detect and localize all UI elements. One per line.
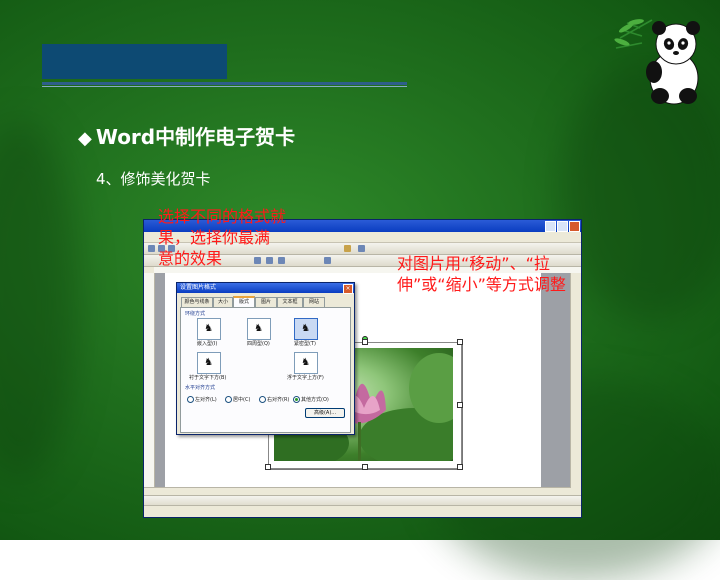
header-bar xyxy=(42,44,227,79)
wrap-tight-label: 紧密型(T) xyxy=(294,341,316,347)
header-rule-thin xyxy=(42,86,407,87)
dog-icon: ♞ xyxy=(254,323,263,334)
dog-icon: ♞ xyxy=(204,357,213,368)
wrap-front-option[interactable]: ♞ xyxy=(294,352,318,374)
window-close-icon[interactable] xyxy=(569,221,580,232)
toolbar-align-icon[interactable] xyxy=(324,257,331,264)
tab-textbox[interactable]: 文本框 xyxy=(277,297,303,307)
caption-right: 对图片用“移动”、“拉 伸”或“缩小”等方式调整 xyxy=(397,253,566,295)
format-picture-dialog: 设置图片格式 × 颜色与线条 大小 版式 图片 文本框 网站 环绕方式 ♞ ♞ … xyxy=(176,282,355,435)
panda-icon xyxy=(614,19,700,105)
window-minimize-icon[interactable] xyxy=(545,221,556,232)
wrap-section-label: 环绕方式 xyxy=(185,311,206,317)
dog-icon: ♞ xyxy=(301,357,310,368)
advanced-button[interactable]: 高级(A)... xyxy=(305,408,345,418)
align-center-label: 居中(C) xyxy=(233,397,251,403)
slide-title-text: Word中制作电子贺卡 xyxy=(95,125,296,149)
align-other-radio[interactable] xyxy=(293,396,300,403)
tab-picture[interactable]: 图片 xyxy=(255,297,277,307)
slide-title: ◆ Word中制作电子贺卡 xyxy=(78,121,295,150)
toolbar-table-icon[interactable] xyxy=(358,245,365,252)
tab-colors-lines[interactable]: 颜色与线条 xyxy=(181,297,213,307)
resize-handle[interactable] xyxy=(457,339,463,345)
window-close-icon[interactable]: × xyxy=(343,284,353,294)
resize-handle[interactable] xyxy=(457,464,463,470)
toolbar-new-icon[interactable] xyxy=(148,245,155,252)
toolbar-insert-picture-icon[interactable] xyxy=(344,245,351,252)
align-left-radio[interactable] xyxy=(187,396,194,403)
wrap-behind-label: 衬于文字下方(B) xyxy=(189,375,227,381)
resize-handle[interactable] xyxy=(362,339,368,345)
align-center-radio[interactable] xyxy=(225,396,232,403)
dog-icon: ♞ xyxy=(301,323,310,334)
resize-handle[interactable] xyxy=(362,464,368,470)
dialog-tabs: 颜色与线条 大小 版式 图片 文本框 网站 xyxy=(177,296,354,308)
tab-size[interactable]: 大小 xyxy=(213,297,233,307)
wrap-tight-option[interactable]: ♞ xyxy=(294,318,318,340)
caption-left-line: 选择不同的格式就 xyxy=(158,207,287,226)
wrap-inline-label: 嵌入型(I) xyxy=(197,341,218,347)
align-other-label: 其他方式(O) xyxy=(301,397,329,403)
caption-left: 选择不同的格式就 果，选择你最满 意的效果 xyxy=(158,206,286,269)
wrap-square-option[interactable]: ♞ xyxy=(247,318,271,340)
caption-right-line: 对图片用“移动”、“拉 xyxy=(397,254,550,273)
resize-handle[interactable] xyxy=(265,464,271,470)
slide-subtitle: 4、修饰美化贺卡 xyxy=(96,170,211,188)
wrap-behind-option[interactable]: ♞ xyxy=(197,352,221,374)
tab-web[interactable]: 网站 xyxy=(303,297,325,307)
wrap-square-label: 四周型(Q) xyxy=(247,341,270,347)
caption-left-line: 意的效果 xyxy=(158,249,223,268)
caption-right-line: 伸”或“缩小”等方式调整 xyxy=(397,275,566,294)
dog-icon: ♞ xyxy=(204,323,213,334)
resize-handle[interactable] xyxy=(457,402,463,408)
caption-left-line: 果，选择你最满 xyxy=(158,228,271,247)
vertical-scrollbar[interactable] xyxy=(570,273,581,488)
dialog-body: 环绕方式 ♞ ♞ ♞ 嵌入型(I) 四周型(Q) 紧密型(T) ♞ ♞ 衬于文字… xyxy=(180,307,351,433)
wrap-inline-option[interactable]: ♞ xyxy=(197,318,221,340)
dialog-title: 设置图片格式 xyxy=(180,284,217,291)
header-rule xyxy=(42,82,407,85)
align-section-label: 水平对齐方式 xyxy=(185,385,216,391)
vertical-ruler xyxy=(144,273,155,488)
dialog-titlebar: 设置图片格式 × xyxy=(177,283,354,294)
align-left-label: 左对齐(L) xyxy=(195,397,217,403)
status-bar xyxy=(144,505,581,517)
align-right-label: 右对齐(R) xyxy=(267,397,290,403)
window-maximize-icon[interactable] xyxy=(557,221,568,232)
wrap-front-label: 浮于文字上方(F) xyxy=(287,375,324,381)
align-right-radio[interactable] xyxy=(259,396,266,403)
bullet-diamond: ◆ xyxy=(78,128,92,149)
